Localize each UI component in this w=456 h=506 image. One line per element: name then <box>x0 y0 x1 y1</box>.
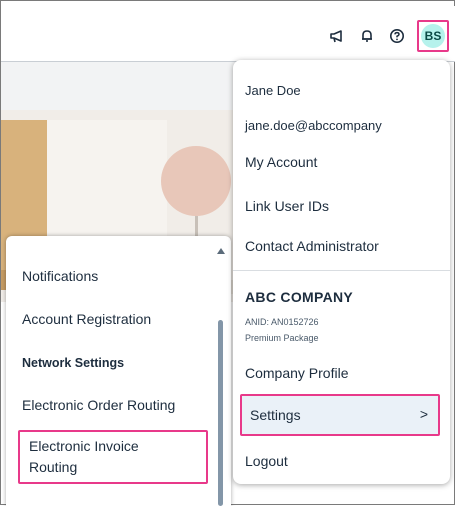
chevron-right-icon: > <box>419 406 428 422</box>
submenu-scrollbar[interactable] <box>218 320 223 506</box>
megaphone-icon[interactable] <box>323 22 351 50</box>
company-package: Premium Package <box>245 333 319 343</box>
menu-item-logout[interactable]: Logout <box>245 453 288 469</box>
user-email: jane.doe@abccompany <box>245 118 382 133</box>
submenu-item-notifications[interactable]: Notifications <box>22 268 98 284</box>
menu-divider <box>233 270 450 271</box>
submenu-item-account-registration[interactable]: Account Registration <box>22 311 151 327</box>
menu-item-company-profile[interactable]: Company Profile <box>245 365 349 381</box>
invoice-routing-label-line1: Electronic Invoice <box>29 438 139 454</box>
help-icon[interactable] <box>383 22 411 50</box>
settings-submenu: Notifications Account Registration Netwo… <box>6 236 231 506</box>
menu-item-my-account[interactable]: My Account <box>245 154 317 170</box>
bell-icon[interactable] <box>353 22 381 50</box>
submenu-heading-network-settings: Network Settings <box>22 356 125 370</box>
top-bar: BS <box>1 6 455 62</box>
company-name: ABC COMPANY <box>245 289 354 305</box>
avatar[interactable]: BS <box>421 24 445 48</box>
top-bar-icons: BS <box>321 20 449 52</box>
settings-label: Settings <box>250 407 301 423</box>
submenu-item-electronic-order-routing[interactable]: Electronic Order Routing <box>22 397 175 413</box>
avatar-highlight[interactable]: BS <box>417 20 449 52</box>
menu-item-contact-administrator[interactable]: Contact Administrator <box>245 238 379 254</box>
scroll-up-icon[interactable] <box>217 248 225 254</box>
hero-lamp <box>161 146 231 216</box>
user-menu: Jane Doe jane.doe@abccompany My Account … <box>233 60 450 484</box>
menu-item-settings[interactable]: Settings > <box>240 394 440 436</box>
hero-band <box>1 62 241 110</box>
user-name: Jane Doe <box>245 83 301 98</box>
menu-item-link-user-ids[interactable]: Link User IDs <box>245 198 329 214</box>
company-anid: ANID: AN0152726 <box>245 317 319 327</box>
submenu-item-electronic-invoice-routing[interactable]: Electronic Invoice Routing <box>18 430 208 484</box>
invoice-routing-label-line2: Routing <box>29 459 78 475</box>
